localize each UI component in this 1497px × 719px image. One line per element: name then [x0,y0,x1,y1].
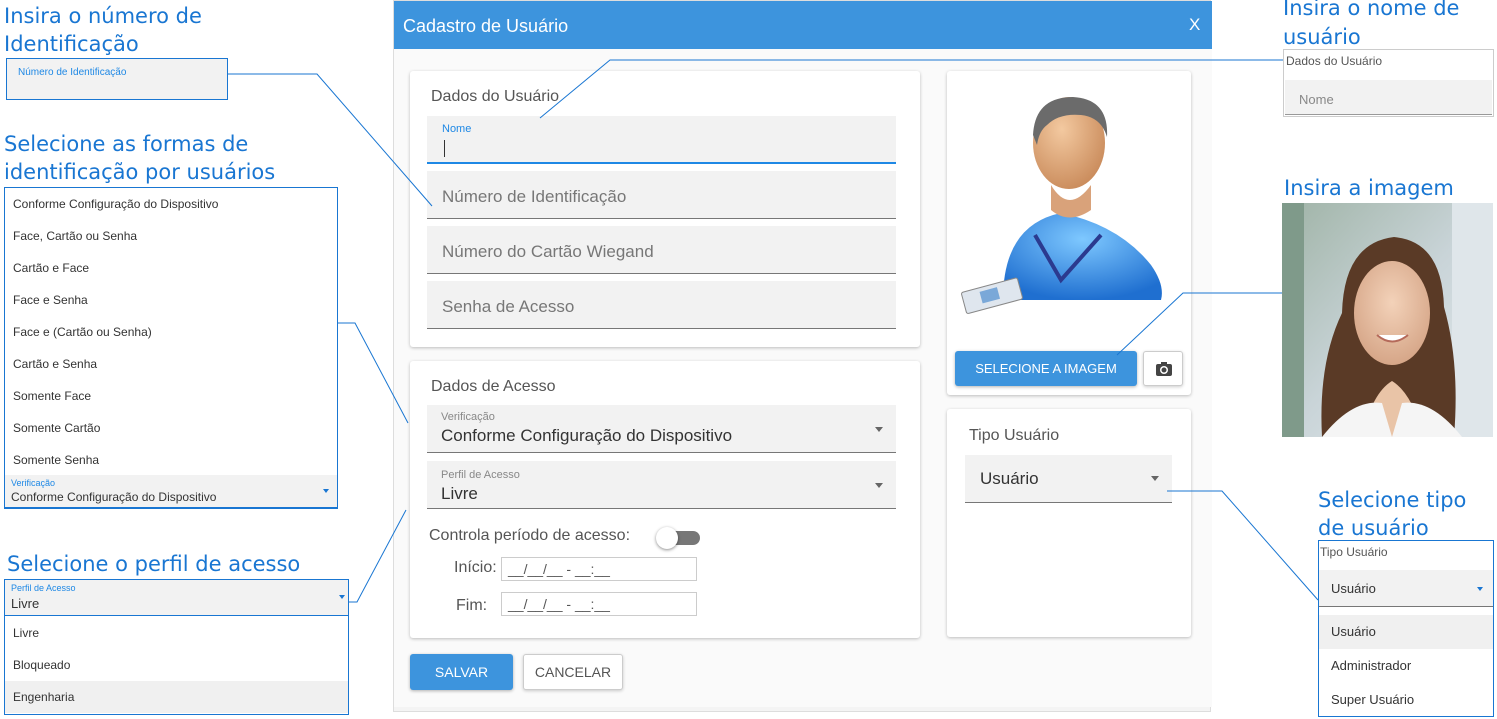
dialog-body: Dados do Usuário Nome Número de Identifi… [394,49,1212,707]
side-id-number-label: Número de Identificação [18,67,127,78]
callout-user-name-line1: Insira o nome de [1283,0,1460,20]
wiegand-placeholder: Número do Cartão Wiegand [442,242,654,261]
side-profile-value: Livre [11,596,40,611]
callout-id-forms-line1: Selecione as formas de [4,132,249,156]
side-verification-value: Conforme Configuração do Dispositivo [11,490,217,504]
user-data-title: Dados do Usuário [431,88,560,105]
cancel-button[interactable]: CANCELAR [523,654,623,690]
side-verification-dropdown: Conforme Configuração do Dispositivo Fac… [4,187,338,509]
image-card: SELECIONE A IMAGEM [947,71,1191,395]
chevron-down-icon [323,489,329,493]
side-verification-option[interactable]: Face e Senha [5,284,337,316]
name-label: Nome [442,123,472,135]
end-label: Fim: [456,597,488,614]
access-data-title: Dados de Acesso [431,378,556,395]
callout-id-forms-line2: identificação por usuários [4,160,276,184]
callout-access-profile: Selecione o perfil de acesso [7,552,301,576]
side-verification-option[interactable]: Somente Face [5,380,337,412]
name-input[interactable]: Nome [427,116,896,164]
side-verification-option[interactable]: Face, Cartão ou Senha [5,220,337,252]
side-name-input[interactable]: Nome [1285,80,1492,115]
user-type-title: Tipo Usuário [969,427,1060,444]
text-cursor [444,140,445,157]
toggle-knob [656,527,678,549]
camera-button[interactable] [1143,351,1183,386]
access-profile-select[interactable]: Perfil de Acesso Livre [427,461,896,509]
chevron-down-icon [875,483,883,488]
side-profile-dropdown: Perfil de Acesso Livre Livre Bloqueado E… [4,579,349,715]
wiegand-card-input[interactable]: Número do Cartão Wiegand [427,226,896,274]
callout-id-number-line1: Insira o número de [4,4,202,28]
callout-user-name-line2: usuário [1283,25,1361,49]
start-datetime-input[interactable]: __/__/__ - __:__ [501,557,697,581]
side-profile-option[interactable]: Bloqueado [5,649,348,681]
dialog-header: Cadastro de Usuário X [394,1,1212,49]
end-datetime-input[interactable]: __/__/__ - __:__ [501,592,697,616]
side-user-type-option[interactable]: Usuário [1319,615,1493,649]
access-data-card: Dados de Acesso Verificação Conforme Con… [410,361,920,638]
access-profile-label: Perfil de Acesso [441,469,520,481]
chevron-down-icon [875,427,883,432]
callout-image: Insira a imagem [1284,176,1454,200]
user-photo-image [1282,203,1493,437]
save-button[interactable]: SALVAR [410,654,513,690]
side-user-type-value: Usuário [1331,581,1376,596]
side-verification-option[interactable]: Face e (Cartão ou Senha) [5,316,337,348]
close-icon[interactable]: X [1189,15,1200,35]
default-user-avatar-icon [961,97,1162,314]
access-profile-value: Livre [441,484,478,503]
user-type-select[interactable]: Usuário [965,455,1172,503]
side-user-type-select[interactable]: Usuário [1319,570,1493,607]
user-type-value: Usuário [980,469,1039,488]
callout-id-number-line2: Identificação [4,32,139,56]
password-placeholder: Senha de Acesso [442,297,575,316]
chevron-down-icon [339,595,345,599]
verification-value: Conforme Configuração do Dispositivo [441,426,733,445]
side-verification-option[interactable]: Conforme Configuração do Dispositivo [5,188,337,220]
verification-label: Verificação [441,411,495,423]
side-name-panel: Dados do Usuário Nome [1283,49,1494,117]
side-verification-option[interactable]: Cartão e Senha [5,348,337,380]
side-profile-select[interactable]: Perfil de Acesso Livre [5,580,348,616]
password-input[interactable]: Senha de Acesso [427,281,896,329]
dialog-title: Cadastro de Usuário [403,16,569,36]
camera-icon [1156,362,1172,376]
side-user-type-title: Tipo Usuário [1320,545,1388,559]
chevron-down-icon [1151,476,1159,481]
user-type-card: Tipo Usuário Usuário [947,409,1191,637]
side-name-placeholder: Nome [1299,92,1334,107]
chevron-down-icon [1477,587,1483,591]
start-label: Início: [454,559,497,576]
side-verification-option[interactable]: Somente Senha [5,444,337,476]
side-name-title: Dados do Usuário [1286,54,1383,68]
select-image-button[interactable]: SELECIONE A IMAGEM [955,351,1137,386]
period-control-label: Controla período de acesso: [429,527,631,544]
side-verification-select[interactable]: Verificação Conforme Configuração do Dis… [5,475,337,508]
side-verification-option[interactable]: Somente Cartão [5,412,337,444]
user-data-card: Dados do Usuário Nome Número de Identifi… [410,71,920,347]
side-user-type-option[interactable]: Super Usuário [1319,683,1493,717]
id-number-input[interactable]: Número de Identificação [427,171,896,219]
side-verification-label: Verificação [11,478,56,488]
id-number-placeholder: Número de Identificação [442,187,627,206]
side-verification-option[interactable]: Cartão e Face [5,252,337,284]
side-profile-option[interactable]: Livre [5,617,348,649]
side-profile-option[interactable]: Engenharia [5,681,348,713]
side-profile-label: Perfil de Acesso [11,583,76,593]
side-user-type-option[interactable]: Administrador [1319,649,1493,683]
verification-select[interactable]: Verificação Conforme Configuração do Dis… [427,405,896,453]
user-registration-dialog: Cadastro de Usuário X Dados do Usuário N… [393,0,1212,712]
side-user-type-dropdown: Tipo Usuário Usuário Usuário Administrad… [1318,540,1494,717]
callout-user-type-line1: Selecione tipo [1318,488,1467,512]
callout-user-type-line2: de usuário [1318,516,1429,540]
side-id-number-field[interactable]: Número de Identificação [6,58,228,100]
period-control-toggle[interactable] [656,526,700,550]
